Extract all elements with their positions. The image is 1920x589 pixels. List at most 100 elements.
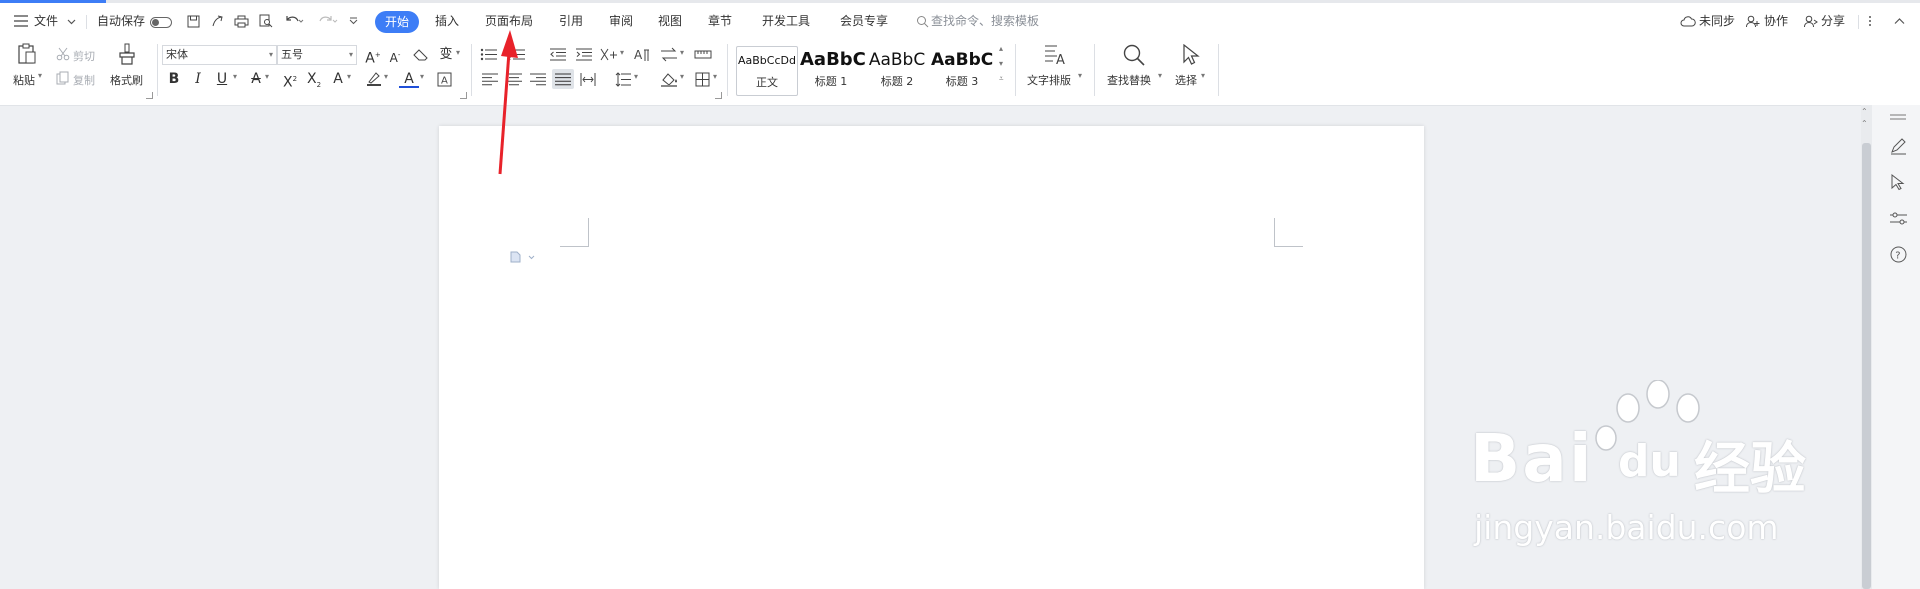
- output-pdf-icon[interactable]: [210, 14, 224, 28]
- scroll-up-icon[interactable]: ⌃: [1861, 119, 1868, 128]
- find-replace-icon[interactable]: [1122, 43, 1146, 67]
- style-normal[interactable]: AaBbCcDd 正文: [736, 46, 798, 96]
- share-button[interactable]: 分享: [1821, 3, 1845, 39]
- chevron-down-icon[interactable]: ▾: [999, 59, 1003, 68]
- styles-more-icon[interactable]: ⩡: [999, 74, 1004, 84]
- shrink-font-icon[interactable]: A-: [385, 45, 405, 65]
- chevron-down-icon[interactable]: ▾: [1158, 71, 1162, 80]
- chevron-down-icon[interactable]: ▾: [680, 72, 684, 81]
- tab-member[interactable]: 会员专享: [840, 3, 888, 39]
- print-preview-icon[interactable]: [259, 14, 273, 28]
- copy-button[interactable]: 复制: [73, 72, 95, 88]
- subscript-icon[interactable]: X2: [304, 69, 324, 89]
- settings-sliders-icon[interactable]: [1889, 209, 1907, 227]
- style-heading-2[interactable]: AaBbC 标题 2: [866, 46, 928, 94]
- dialog-launcher-icon[interactable]: [715, 92, 722, 99]
- chevron-down-icon[interactable]: ▾: [265, 72, 269, 81]
- paste-button[interactable]: 粘贴: [13, 72, 35, 88]
- increase-indent-icon[interactable]: [576, 47, 592, 61]
- sync-status[interactable]: 未同步: [1699, 3, 1735, 39]
- select-cursor-icon[interactable]: [1180, 43, 1202, 67]
- chevron-down-icon[interactable]: ▾: [1078, 71, 1082, 80]
- vertical-scrollbar[interactable]: ⌃ ⌃: [1861, 105, 1872, 589]
- strikethrough-icon[interactable]: A: [246, 69, 266, 89]
- eraser-icon[interactable]: [412, 48, 428, 62]
- underline-icon[interactable]: U: [212, 69, 232, 89]
- chevron-down-icon[interactable]: ▾: [347, 72, 351, 81]
- chevron-down-icon[interactable]: ▾: [384, 72, 388, 81]
- collapse-ribbon-icon[interactable]: [1893, 14, 1905, 28]
- shading-icon[interactable]: [660, 71, 678, 87]
- sort-icon[interactable]: [660, 46, 678, 62]
- chevron-down-icon[interactable]: ▾: [634, 72, 638, 81]
- chevron-down-icon[interactable]: ▾: [713, 72, 717, 81]
- chevron-down-icon[interactable]: [66, 17, 76, 27]
- chevron-down-icon[interactable]: ▾: [620, 48, 624, 57]
- paragraph-handle-icon[interactable]: [510, 251, 536, 263]
- dialog-launcher-icon[interactable]: [460, 92, 467, 99]
- select-button[interactable]: 选择: [1175, 72, 1197, 88]
- chevron-down-icon[interactable]: ▾: [233, 72, 237, 81]
- save-icon[interactable]: [186, 14, 200, 28]
- tab-home[interactable]: 开始: [375, 11, 420, 33]
- borders-icon[interactable]: [694, 71, 710, 87]
- chevron-down-icon[interactable]: ▾: [420, 72, 424, 81]
- chevron-down-icon[interactable]: ▾: [1201, 71, 1205, 80]
- text-layout-button[interactable]: 文字排版: [1027, 72, 1071, 88]
- format-painter-button[interactable]: 格式刷: [110, 72, 143, 88]
- share-icon[interactable]: [1804, 14, 1818, 28]
- autosave-toggle[interactable]: [150, 17, 172, 28]
- dialog-launcher-icon[interactable]: [146, 92, 153, 99]
- collaborate-button[interactable]: 协作: [1764, 3, 1788, 39]
- print-icon[interactable]: [234, 14, 249, 28]
- superscript-icon[interactable]: X2: [280, 69, 300, 91]
- cut-button[interactable]: 剪切: [73, 48, 95, 64]
- font-size-select[interactable]: 五号 ▾: [277, 45, 357, 65]
- redo-icon[interactable]: [318, 14, 338, 28]
- decrease-indent-icon[interactable]: [550, 47, 566, 61]
- document-page[interactable]: [439, 126, 1424, 589]
- file-menu[interactable]: 文件: [34, 3, 58, 39]
- more-options-icon[interactable]: [1866, 14, 1874, 28]
- find-replace-button[interactable]: 查找替换: [1107, 72, 1151, 88]
- tab-review[interactable]: 审阅: [609, 3, 633, 39]
- font-name-select[interactable]: 宋体 ▾: [162, 45, 277, 65]
- line-spacing-icon[interactable]: [615, 71, 631, 87]
- grow-font-icon[interactable]: A+: [363, 45, 383, 67]
- tab-view[interactable]: 视图: [658, 3, 682, 39]
- text-layout-icon[interactable]: A: [1044, 43, 1068, 67]
- character-border-icon[interactable]: A: [436, 71, 452, 87]
- show-hide-marks-icon[interactable]: A: [634, 46, 650, 62]
- chevron-up-icon[interactable]: ▴: [999, 44, 1003, 53]
- text-effect-icon[interactable]: A: [328, 69, 348, 89]
- highlighter-icon[interactable]: [366, 71, 382, 87]
- font-color-icon[interactable]: A: [399, 69, 419, 88]
- phonetic-guide-icon[interactable]: 变: [436, 45, 456, 65]
- style-heading-1[interactable]: AaBbC 标题 1: [800, 46, 866, 94]
- cloud-sync-icon[interactable]: [1680, 14, 1696, 28]
- customize-toolbar-icon[interactable]: [348, 16, 358, 26]
- italic-icon[interactable]: I: [188, 69, 208, 89]
- command-search-input[interactable]: 查找命令、搜索模板: [931, 3, 1039, 39]
- scrollbar-thumb[interactable]: [1862, 143, 1871, 589]
- hamburger-menu-icon[interactable]: [14, 14, 28, 28]
- tab-chapter[interactable]: 章节: [708, 3, 732, 39]
- table-ruler-icon[interactable]: [694, 47, 712, 61]
- scroll-up-icon[interactable]: ⌃: [1861, 107, 1868, 116]
- chinese-layout-icon[interactable]: [600, 46, 618, 62]
- collaborate-icon[interactable]: [1746, 14, 1760, 28]
- tab-insert[interactable]: 插入: [435, 3, 459, 39]
- help-icon[interactable]: ?: [1889, 245, 1907, 263]
- bold-icon[interactable]: B: [164, 69, 184, 89]
- pointer-icon[interactable]: [1889, 173, 1907, 191]
- tab-references[interactable]: 引用: [559, 3, 583, 39]
- chevron-down-icon[interactable]: ▾: [38, 71, 42, 80]
- format-painter-icon[interactable]: [117, 42, 137, 66]
- paste-icon[interactable]: [16, 42, 38, 66]
- tab-developer-tools[interactable]: 开发工具: [762, 3, 810, 39]
- undo-icon[interactable]: [284, 14, 304, 28]
- justify-icon[interactable]: [552, 69, 574, 89]
- pane-menu-icon[interactable]: [1890, 113, 1906, 121]
- distributed-align-icon[interactable]: [580, 72, 596, 86]
- edit-pen-icon[interactable]: [1889, 137, 1907, 155]
